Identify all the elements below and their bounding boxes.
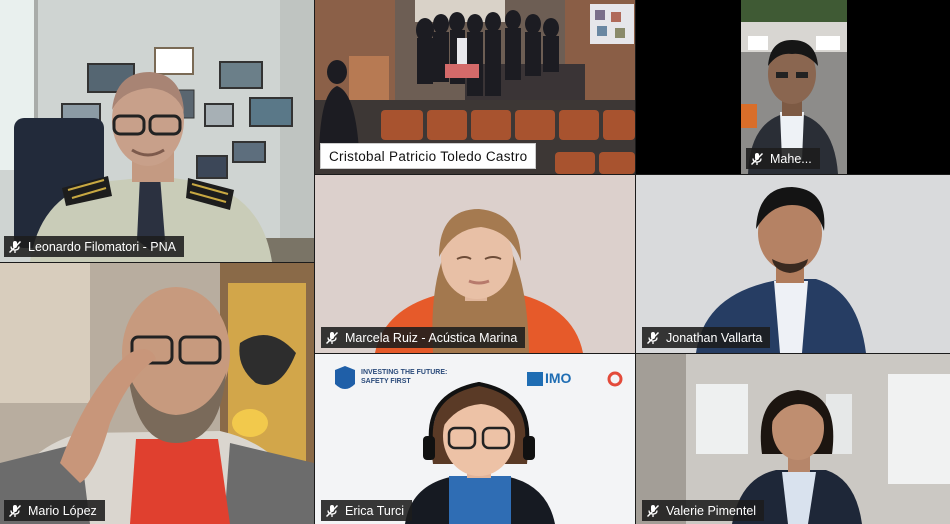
participant-name: Cristobal Patricio Toledo Castro (329, 148, 528, 164)
video-tile-cristobal[interactable]: Cristobal Patricio Toledo Castro (315, 0, 635, 174)
event-banner-text: INVESTING THE FUTURE: SAFETY FIRST (361, 368, 447, 386)
participant-name-tag: Marcela Ruiz - Acústica Marina (321, 327, 526, 348)
mic-muted-icon (646, 504, 660, 517)
participant-name: Leonardo Filomatori - PNA (28, 239, 176, 254)
video-tile-erica[interactable]: INVESTING THE FUTURE: SAFETY FIRST IMO E… (315, 354, 635, 524)
mic-muted-icon (325, 504, 339, 517)
participant-name-tag: Mario López (4, 500, 105, 521)
participant-name-tag: Jonathan Vallarta (642, 327, 771, 348)
imo-logo-icon (527, 372, 543, 386)
video-feed (636, 354, 950, 524)
participant-name: Valerie Pimentel (666, 503, 757, 518)
mic-muted-icon (8, 504, 22, 517)
video-tile-leonardo[interactable]: Leonardo Filomatori - PNA (0, 0, 314, 262)
video-tile-marcela[interactable]: Marcela Ruiz - Acústica Marina (315, 175, 635, 353)
participant-name-tag: Cristobal Patricio Toledo Castro (320, 143, 537, 169)
mic-muted-icon (750, 152, 764, 165)
video-tile-mahe[interactable]: Mahe... (636, 0, 950, 174)
participant-name-tag: Leonardo Filomatori - PNA (4, 236, 184, 257)
participant-name-tag: Valerie Pimentel (642, 500, 765, 521)
participant-name: Marcela Ruiz - Acústica Marina (345, 330, 518, 345)
video-feed (0, 0, 314, 262)
mic-muted-icon (8, 240, 22, 253)
video-tile-mario[interactable]: Mario López (0, 263, 314, 524)
video-tile-valerie[interactable]: Valerie Pimentel (636, 354, 950, 524)
participant-name: Mario López (28, 503, 97, 518)
participant-name: Mahe... (770, 151, 812, 166)
imo-logo-text: IMO (545, 370, 572, 386)
banner-subtitle: SAFETY FIRST (361, 378, 411, 385)
video-tile-jonathan[interactable]: Jonathan Vallarta (636, 175, 950, 353)
mic-muted-icon (325, 331, 339, 344)
participant-name-tag: Mahe... (746, 148, 820, 169)
mic-muted-icon (646, 331, 660, 344)
banner-title: INVESTING THE FUTURE: (361, 369, 448, 376)
participant-name: Jonathan Vallarta (666, 330, 763, 345)
participant-name-tag: Erica Turci (321, 500, 413, 521)
participant-name: Erica Turci (345, 503, 405, 518)
video-feed (0, 263, 314, 524)
